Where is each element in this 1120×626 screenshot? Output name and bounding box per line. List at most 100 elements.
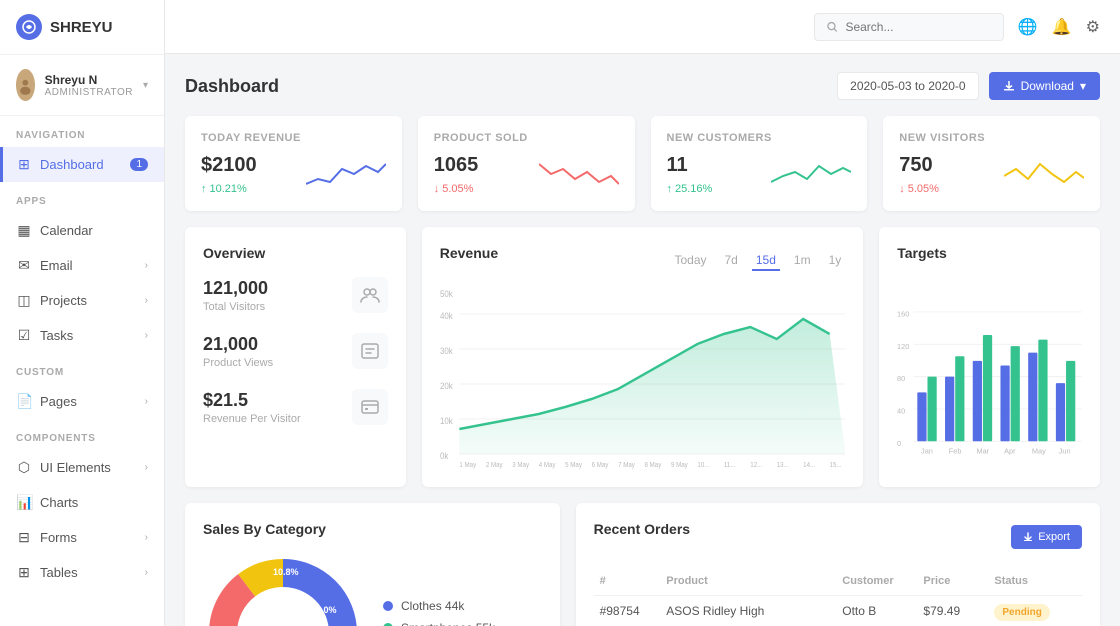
dashboard-badge: 1 (130, 158, 148, 171)
revenue-per-visitor-desc: Revenue Per Visitor (203, 413, 301, 425)
sidebar-item-forms[interactable]: ⊟ Forms › (0, 520, 164, 555)
row3: Sales By Category 28.0% 26.1 (185, 503, 1100, 626)
user-info-section[interactable]: Shreyu N ADMINISTRATOR ▾ (0, 55, 164, 116)
col-id: # (594, 567, 661, 596)
sidebar-item-charts[interactable]: 📊 Charts (0, 485, 164, 520)
order-price: $79.49 (917, 596, 988, 626)
orders-table: # Product Customer Price Status #98754 A… (594, 567, 1082, 626)
svg-text:6 May: 6 May (591, 462, 608, 469)
svg-text:8 May: 8 May (644, 462, 661, 469)
sidebar-item-email[interactable]: ✉ Email › (0, 248, 164, 283)
targets-title: Targets (897, 245, 1082, 261)
chevron-right-icon6: › (145, 532, 148, 543)
bell-icon[interactable]: 🔔 (1052, 17, 1072, 37)
status-badge: Pending (994, 604, 1049, 621)
category-title: Sales By Category (203, 521, 542, 537)
svg-text:Mar: Mar (977, 446, 990, 455)
page-header: Dashboard 2020-05-03 to 2020-0 Download … (185, 72, 1100, 100)
customers-sparkline (771, 154, 851, 194)
sidebar-item-dashboard[interactable]: ⊞ Dashboard 1 (0, 147, 164, 182)
donut-legend: Clothes 44k Smartphones 55k Electronics … (383, 599, 495, 626)
svg-text:5 May: 5 May (565, 462, 582, 469)
forms-label: Forms (40, 530, 77, 545)
page-content: Dashboard 2020-05-03 to 2020-0 Download … (165, 54, 1120, 626)
calendar-label: Calendar (40, 223, 93, 238)
chevron-down-icon: ▾ (143, 80, 148, 91)
tab-1y[interactable]: 1y (825, 251, 846, 271)
sidebar-item-tasks[interactable]: ☑ Tasks › (0, 318, 164, 353)
col-customer: Customer (836, 567, 917, 596)
sidebar-item-ui-elements[interactable]: ⬡ UI Elements › (0, 450, 164, 485)
tab-today[interactable]: Today (670, 251, 710, 271)
download-button[interactable]: Download ▾ (989, 72, 1100, 100)
product-views-number: 21,000 (203, 334, 273, 355)
svg-text:12...: 12... (750, 462, 762, 469)
chevron-right-icon5: › (145, 462, 148, 473)
product-views-icon (352, 333, 388, 369)
overview-item-views: 21,000 Product Views (203, 333, 388, 369)
page-title: Dashboard (185, 76, 279, 97)
charts-icon: 📊 (16, 494, 32, 511)
targets-card: Targets 0 40 80 120 160 (879, 227, 1100, 487)
svg-text:28.0%: 28.0% (311, 605, 337, 615)
col-price: Price (917, 567, 988, 596)
sidebar-item-calendar[interactable]: ▦ Calendar (0, 213, 164, 248)
overview-title: Overview (203, 245, 388, 261)
main-content: 🌐 🔔 ⚙ Dashboard 2020-05-03 to 2020-0 Dow… (165, 0, 1120, 626)
export-button[interactable]: Export (1011, 525, 1082, 549)
apps-label: APPS (0, 182, 164, 213)
svg-text:15...: 15... (829, 462, 841, 469)
search-input[interactable] (845, 20, 990, 34)
revenue-card: Revenue Today 7d 15d 1m 1y 0k 10k (422, 227, 864, 487)
forms-icon: ⊟ (16, 529, 32, 546)
svg-text:2 May: 2 May (486, 462, 503, 469)
tab-7d[interactable]: 7d (721, 251, 742, 271)
col-product: Product (660, 567, 836, 596)
clothes-label: Clothes 44k (401, 599, 464, 613)
col-status: Status (988, 567, 1082, 596)
visitors-sparkline (1004, 154, 1084, 194)
components-label: COMPONENTS (0, 419, 164, 450)
visitors-icon (352, 277, 388, 313)
revenue-chart-title: Revenue (440, 245, 498, 261)
customers-value: 11 (667, 154, 713, 177)
app-name: SHREYU (50, 19, 113, 36)
svg-text:7 May: 7 May (618, 462, 635, 469)
globe-icon[interactable]: 🌐 (1018, 17, 1038, 37)
sidebar-item-tables[interactable]: ⊞ Tables › (0, 555, 164, 590)
email-icon: ✉ (16, 257, 32, 274)
page-header-right: 2020-05-03 to 2020-0 Download ▾ (837, 72, 1100, 100)
revenue-per-visitor-icon (352, 389, 388, 425)
revenue-change: ↑10.21% (201, 183, 257, 195)
tab-1m[interactable]: 1m (790, 251, 815, 271)
settings-icon[interactable]: ⚙ (1086, 17, 1100, 37)
chevron-right-icon4: › (145, 396, 148, 407)
order-customer: Otto B (836, 596, 917, 626)
user-name: Shreyu N (45, 73, 133, 87)
sidebar-item-projects[interactable]: ◫ Projects › (0, 283, 164, 318)
sidebar-item-pages[interactable]: 📄 Pages › (0, 384, 164, 419)
overview-card: Overview 121,000 Total Visitors (185, 227, 406, 487)
dashboard-label: Dashboard (40, 157, 104, 172)
time-tabs: Today 7d 15d 1m 1y (670, 251, 845, 271)
order-id: #98754 (594, 596, 661, 626)
visitors-change: ↓5.05% (899, 183, 939, 195)
svg-text:40k: 40k (440, 311, 453, 322)
navigation-label: NAVIGATION (0, 116, 164, 147)
visitors-value: 750 (899, 154, 939, 177)
svg-text:10.8%: 10.8% (273, 567, 299, 577)
orders-title: Recent Orders (594, 521, 690, 537)
topbar-right: 🌐 🔔 ⚙ (814, 13, 1100, 41)
visitors-label: NEW VISITORS (899, 132, 1084, 144)
svg-text:4 May: 4 May (538, 462, 555, 469)
user-role: ADMINISTRATOR (45, 87, 133, 98)
customers-change: ↑25.16% (667, 183, 713, 195)
tab-15d[interactable]: 15d (752, 251, 780, 271)
legend-smartphones: Smartphones 55k (383, 621, 495, 626)
projects-icon: ◫ (16, 292, 32, 309)
tasks-label: Tasks (40, 328, 73, 343)
search-box[interactable] (814, 13, 1004, 41)
svg-text:Jun: Jun (1059, 446, 1071, 455)
clothes-dot (383, 601, 393, 611)
tables-icon: ⊞ (16, 564, 32, 581)
